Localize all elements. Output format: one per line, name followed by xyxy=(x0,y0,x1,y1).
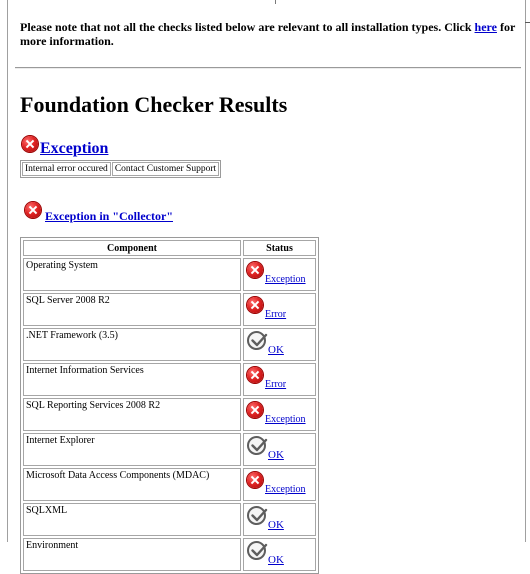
page-title: Foundation Checker Results xyxy=(20,92,288,117)
ok-check-icon xyxy=(247,436,268,455)
results-table: Component Status Operating System Excepti… xyxy=(20,237,319,574)
status-link[interactable]: Exception xyxy=(265,484,306,495)
component-name: Internet Explorer xyxy=(23,433,241,466)
error-icon xyxy=(247,367,263,383)
status-cell: OK xyxy=(243,328,316,361)
status-cell: Exception xyxy=(243,398,316,431)
more-info-link[interactable]: here xyxy=(475,20,497,34)
collector-exception-link[interactable]: Exception in "Collector" xyxy=(45,209,173,224)
table-row: .NET Framework (3.5) OK xyxy=(23,328,316,361)
error-icon xyxy=(247,472,263,488)
divider xyxy=(15,67,521,69)
error-icon xyxy=(247,297,263,313)
exception-link[interactable]: Exception xyxy=(40,140,108,158)
component-name: Operating System xyxy=(23,258,241,291)
status-link[interactable]: OK xyxy=(268,344,284,356)
status-cell: Exception xyxy=(243,468,316,501)
table-row: SQLXML OK xyxy=(23,503,316,536)
status-cell: OK xyxy=(243,433,316,466)
header-row: Component Status xyxy=(23,240,316,256)
scroll-marker xyxy=(525,22,530,23)
table-row: Internal error occured Contact Customer … xyxy=(22,162,220,176)
exception-action: Contact Customer Support xyxy=(111,162,220,176)
table-row: Internet Information Services Error xyxy=(23,363,316,396)
status-link[interactable]: Exception xyxy=(265,274,306,285)
status-link[interactable]: OK xyxy=(268,519,284,531)
exception-table: Internal error occured Contact Customer … xyxy=(20,160,222,178)
status-cell: Error xyxy=(243,293,316,326)
status-cell: Exception xyxy=(243,258,316,291)
note-text: Please note that not all the checks list… xyxy=(20,20,475,34)
status-link[interactable]: Error xyxy=(265,379,286,390)
error-icon xyxy=(247,262,263,278)
component-name: SQLXML xyxy=(23,503,241,536)
status-link[interactable]: Exception xyxy=(265,414,306,425)
table-row: Microsoft Data Access Components (MDAC) E… xyxy=(23,468,316,501)
error-icon xyxy=(247,402,263,418)
status-cell: OK xyxy=(243,503,316,536)
component-name: SQL Server 2008 R2 xyxy=(23,293,241,326)
table-row: Environment OK xyxy=(23,538,316,571)
exception-message: Internal error occured xyxy=(22,162,111,176)
ok-check-icon xyxy=(247,506,268,525)
component-name: .NET Framework (3.5) xyxy=(23,328,241,361)
status-link[interactable]: OK xyxy=(268,449,284,461)
status-cell: OK xyxy=(243,538,316,571)
component-name: Environment xyxy=(23,538,241,571)
ok-check-icon xyxy=(247,331,268,350)
column-header-status: Status xyxy=(243,240,316,256)
error-icon xyxy=(25,202,41,218)
status-link[interactable]: Error xyxy=(265,309,286,320)
column-header-component: Component xyxy=(23,240,241,256)
component-name: SQL Reporting Services 2008 R2 xyxy=(23,398,241,431)
status-cell: Error xyxy=(243,363,316,396)
table-row: Internet Explorer OK xyxy=(23,433,316,466)
table-row: Operating System Exception xyxy=(23,258,316,291)
table-row: SQL Reporting Services 2008 R2 Exception xyxy=(23,398,316,431)
ok-check-icon xyxy=(247,541,268,560)
component-name: Microsoft Data Access Components (MDAC) xyxy=(23,468,241,501)
installation-note: Please note that not all the checks list… xyxy=(20,20,520,48)
component-name: Internet Information Services xyxy=(23,363,241,396)
table-row: SQL Server 2008 R2 Error xyxy=(23,293,316,326)
frame-tick xyxy=(275,0,276,4)
error-icon xyxy=(22,136,38,152)
status-link[interactable]: OK xyxy=(268,554,284,566)
